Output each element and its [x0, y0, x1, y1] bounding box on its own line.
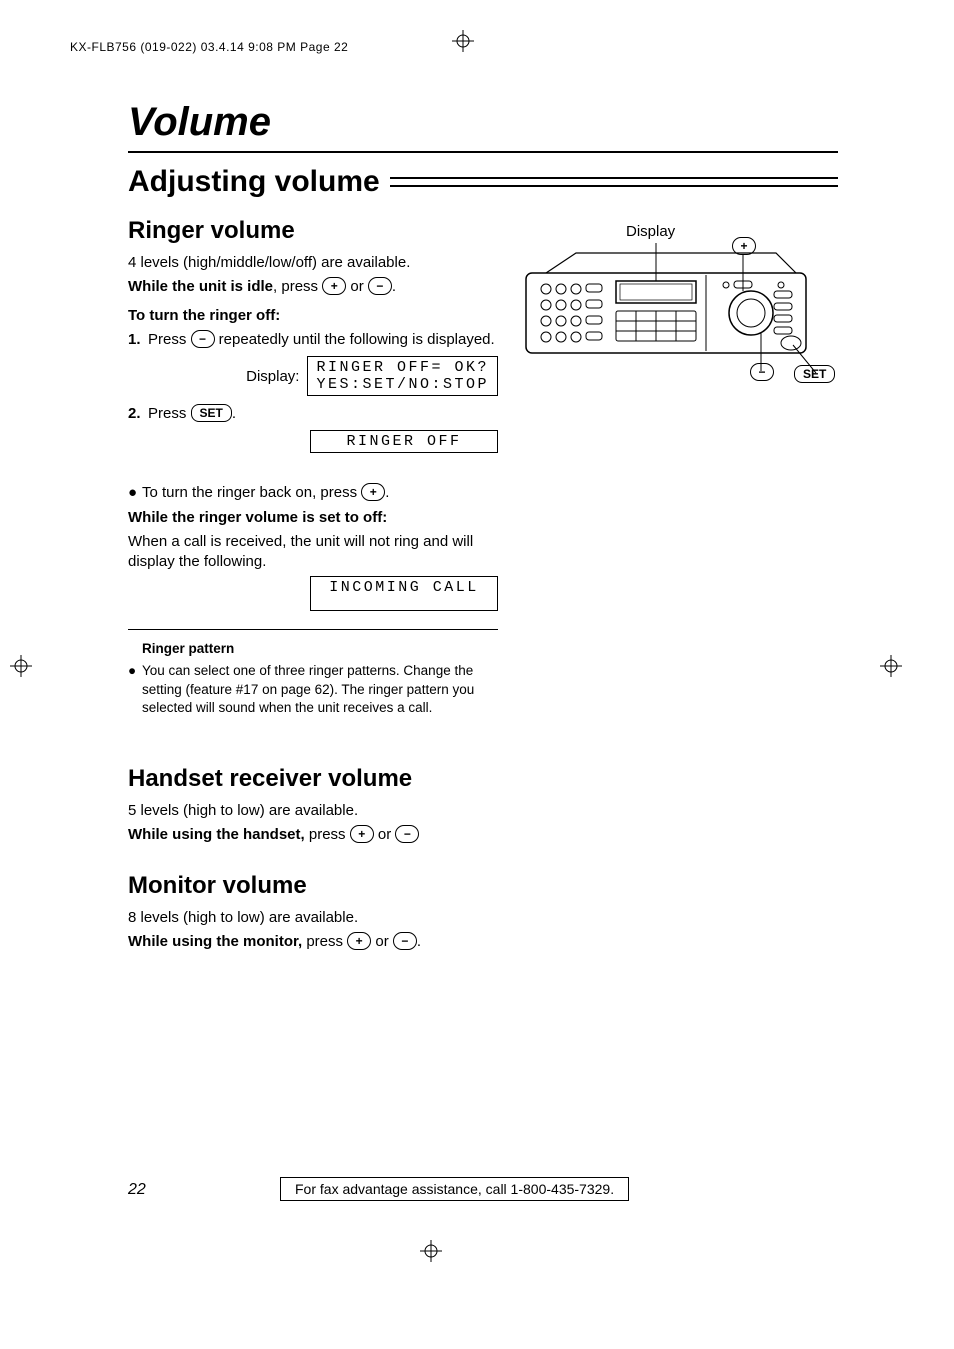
plus-key-icon: +: [347, 932, 371, 950]
ringer-idle-bold: While the unit is idle: [128, 278, 273, 295]
ringer-pattern-body: ● You can select one of three ringer pat…: [128, 662, 498, 717]
handset-levels-text: 5 levels (high to low) are available.: [128, 801, 498, 821]
step-1: 1. Press − repeatedly until the followin…: [128, 330, 498, 350]
lcd-display-3: INCOMING CALL: [310, 576, 498, 611]
crop-mark-left-icon: [10, 655, 32, 677]
minus-key-icon: −: [393, 932, 417, 950]
crop-mark-top-icon: [452, 30, 474, 52]
monitor-volume-heading: Monitor volume: [128, 872, 498, 900]
heading-rule-icon: [390, 177, 838, 187]
back-on-pre: To turn the ringer back on, press: [142, 484, 361, 501]
ringer-volume-heading: Ringer volume: [128, 217, 498, 245]
ringer-pattern-heading: Ringer pattern: [142, 640, 498, 658]
display-row-1: Display: RINGER OFF= OK?YES:SET/NO:STOP: [128, 356, 498, 396]
display-label: Display:: [246, 368, 299, 385]
page-number: 22: [128, 1181, 146, 1199]
device-illustration: Display + − SET: [516, 213, 836, 413]
ringer-off-body: When a call is received, the unit will n…: [128, 532, 498, 573]
crop-mark-bottom-icon: [420, 1240, 442, 1262]
section-heading-row: Adjusting volume: [128, 165, 838, 199]
minus-key-icon: −: [395, 825, 419, 843]
page-title: Volume: [128, 100, 838, 145]
minus-key-icon: −: [191, 330, 215, 348]
left-column: Ringer volume 4 levels (high/middle/low/…: [128, 213, 498, 956]
ringer-off-heading: While the ringer volume is set to off:: [128, 508, 498, 528]
ringer-idle-instruction: While the unit is idle, press + or −.: [128, 277, 498, 297]
step1-post: repeatedly until the following is displa…: [215, 331, 495, 348]
print-slug: KX-FLB756 (019-022) 03.4.14 9:08 PM Page…: [70, 40, 348, 54]
page: KX-FLB756 (019-022) 03.4.14 9:08 PM Page…: [0, 0, 954, 1349]
separator-rule: [128, 629, 498, 630]
right-column: Display + − SET: [516, 213, 838, 956]
set-key-icon: SET: [191, 404, 232, 422]
monitor-levels-text: 8 levels (high to low) are available.: [128, 908, 498, 928]
plus-key-icon: +: [350, 825, 374, 843]
ringer-idle-press: , press: [273, 278, 322, 295]
section-heading: Adjusting volume: [128, 165, 380, 199]
minus-key-icon: −: [368, 277, 392, 295]
device-minus-key-icon: −: [750, 363, 774, 381]
crop-mark-right-icon: [880, 655, 902, 677]
plus-key-icon: +: [322, 277, 346, 295]
handset-instruction: While using the handset, press + or −: [128, 825, 498, 845]
device-set-key-icon: SET: [794, 365, 835, 383]
lcd-display-2: RINGER OFF: [310, 430, 498, 453]
lcd-display-1: RINGER OFF= OK?YES:SET/NO:STOP: [307, 356, 498, 396]
display-row-3: INCOMING CALL: [128, 576, 498, 611]
title-rule: [128, 151, 838, 153]
step1-pre: Press: [148, 331, 191, 348]
footer-assistance: For fax advantage assistance, call 1-800…: [280, 1177, 629, 1201]
or-text: or: [346, 278, 368, 295]
display-row-2: RINGER OFF: [128, 430, 498, 453]
ringer-levels-text: 4 levels (high/middle/low/off) are avail…: [128, 253, 498, 273]
monitor-instruction: While using the monitor, press + or −.: [128, 932, 498, 952]
content-area: Volume Adjusting volume Ringer volume 4 …: [128, 100, 838, 956]
ringer-back-on: ● To turn the ringer back on, press +.: [128, 483, 498, 503]
step2-pre: Press: [148, 405, 191, 422]
plus-key-icon: +: [361, 483, 385, 501]
device-display-label: Display: [626, 223, 675, 240]
handset-volume-heading: Handset receiver volume: [128, 765, 498, 793]
step-2: 2. Press SET.: [128, 404, 498, 424]
device-plus-key-icon: +: [732, 237, 756, 255]
turn-ringer-off-heading: To turn the ringer off:: [128, 306, 498, 326]
fax-machine-icon: [516, 213, 836, 413]
